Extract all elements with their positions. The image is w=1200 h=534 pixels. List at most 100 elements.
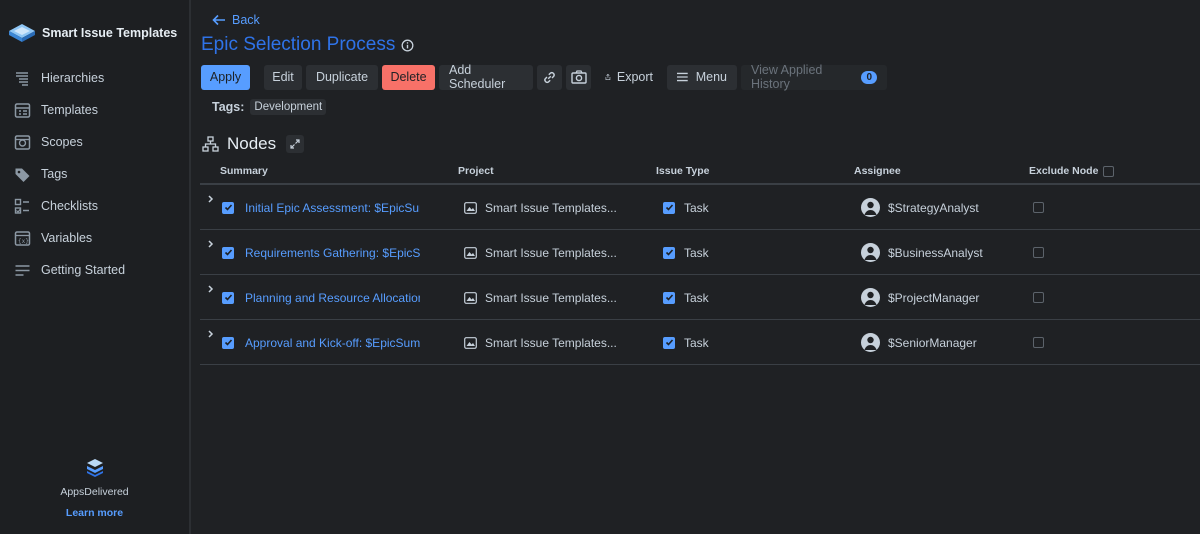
app-logo-icon: [9, 24, 35, 42]
edit-button[interactable]: Edit: [264, 64, 302, 90]
add-scheduler-button[interactable]: Add Scheduler: [439, 63, 533, 91]
assignee-name: $SeniorManager: [888, 335, 977, 350]
toolbar: Apply Edit Duplicate Delete Add Schedule…: [201, 63, 887, 91]
sidebar-item-hierarchies[interactable]: Hierarchies: [0, 62, 189, 94]
table-header: Summary Project Issue Type Assignee Excl…: [200, 161, 1200, 185]
summary-link[interactable]: Initial Epic Assessment: $EpicSummary: [245, 201, 420, 215]
exclude-node-checkbox[interactable]: [1033, 292, 1044, 303]
menu-label: Menu: [695, 70, 727, 84]
page-title-text: Epic Selection Process: [201, 34, 396, 55]
row-checkbox[interactable]: [222, 201, 234, 214]
screenshot-button[interactable]: [566, 64, 591, 90]
column-header-summary[interactable]: Summary: [220, 165, 268, 177]
issue-type-task-icon: [663, 246, 675, 259]
avatar: [861, 198, 880, 217]
exclude-node-checkbox[interactable]: [1033, 247, 1044, 258]
check-icon: [224, 249, 232, 256]
summary-link[interactable]: Approval and Kick-off: $EpicSummary: [245, 336, 420, 350]
camera-icon: [570, 70, 587, 84]
main-content: Back Epic Selection Process Apply Edit D…: [192, 0, 1200, 534]
nodes-header: Nodes: [202, 134, 305, 154]
row-checkbox[interactable]: [222, 246, 234, 259]
chevron-right-icon[interactable]: [207, 330, 215, 338]
sidebar-item-label: Scopes: [41, 135, 83, 149]
link-button[interactable]: [537, 64, 562, 90]
column-header-assignee[interactable]: Assignee: [854, 165, 901, 177]
issue-type-task-icon: [663, 291, 675, 304]
share-export-icon: [605, 73, 611, 81]
chevron-right-icon[interactable]: [207, 240, 215, 248]
learn-more-link[interactable]: Learn more: [0, 507, 189, 519]
issue-type-label: Task: [684, 245, 709, 260]
page-title: Epic Selection Process: [201, 34, 414, 56]
export-label: Export: [616, 70, 653, 84]
assignee-name: $BusinessAnalyst: [888, 245, 983, 260]
column-header-project[interactable]: Project: [458, 165, 494, 177]
avatar: [861, 288, 880, 307]
tags-label: Tags:: [212, 100, 245, 114]
avatar: [861, 333, 880, 352]
sidebar-item-scopes[interactable]: Scopes: [0, 126, 189, 158]
project-name: Smart Issue Templates...: [485, 245, 617, 260]
issue-type-task-icon: [663, 201, 675, 214]
check-icon: [224, 339, 232, 346]
menu-button[interactable]: Menu: [667, 64, 737, 90]
apply-button[interactable]: Apply: [201, 64, 250, 90]
svg-text:{x}: {x}: [18, 238, 29, 245]
tags-row: Tags: Development: [212, 99, 327, 115]
chevron-right-icon[interactable]: [207, 195, 215, 203]
hierarchy-tree-icon: [202, 136, 219, 152]
chevron-right-icon[interactable]: [207, 285, 215, 293]
getting-started-icon: [14, 262, 31, 279]
assignee-name: $ProjectManager: [888, 290, 980, 305]
project-icon: [464, 246, 477, 259]
table-row: Requirements Gathering: $EpicSummary Sma…: [200, 230, 1200, 275]
avatar: [861, 243, 880, 262]
sidebar-item-label: Templates: [41, 103, 98, 117]
summary-link[interactable]: Requirements Gathering: $EpicSummary: [245, 246, 420, 260]
brand[interactable]: Smart Issue Templates: [8, 22, 177, 44]
exclude-node-label: Exclude Node: [1029, 165, 1099, 177]
view-history-label: View Applied History: [751, 63, 823, 91]
row-checkbox[interactable]: [222, 291, 234, 304]
issue-type-task-icon: [663, 336, 675, 349]
app-title: Smart Issue Templates: [42, 26, 178, 40]
sidebar-item-variables[interactable]: {x} Variables: [0, 222, 189, 254]
column-header-issue-type[interactable]: Issue Type: [656, 165, 710, 177]
exclude-node-checkbox[interactable]: [1033, 337, 1044, 348]
exclude-all-checkbox[interactable]: [1103, 165, 1115, 177]
sidebar-item-label: Tags: [41, 167, 68, 181]
delete-button[interactable]: Delete: [382, 64, 435, 90]
duplicate-button[interactable]: Duplicate: [306, 64, 378, 90]
sidebar-item-tags[interactable]: Tags: [0, 158, 189, 190]
sidebar-item-label: Getting Started: [41, 263, 126, 277]
table-row: Initial Epic Assessment: $EpicSummary Sm…: [200, 185, 1200, 230]
sidebar-item-checklists[interactable]: Checklists: [0, 190, 189, 222]
sidebar-item-templates[interactable]: Templates: [0, 94, 189, 126]
summary-link[interactable]: Planning and Resource Allocation: [245, 291, 420, 305]
sidebar-item-getting-started[interactable]: Getting Started: [0, 254, 189, 286]
project-name: Smart Issue Templates...: [485, 335, 617, 350]
back-label: Back: [232, 13, 260, 27]
check-icon: [224, 294, 232, 301]
tag-badge[interactable]: Development: [250, 99, 327, 115]
issue-type-label: Task: [684, 335, 709, 350]
nodes-title: Nodes: [227, 134, 277, 153]
vendor-name: AppsDelivered: [60, 486, 129, 498]
template-icon: [14, 102, 31, 119]
row-checkbox[interactable]: [222, 336, 234, 349]
back-link[interactable]: Back: [212, 13, 260, 27]
variable-icon: {x}: [14, 230, 31, 247]
exclude-node-checkbox[interactable]: [1033, 202, 1044, 213]
table-row: Approval and Kick-off: $EpicSummary Smar…: [200, 320, 1200, 365]
sidebar-item-label: Variables: [41, 231, 93, 245]
hamburger-menu-icon: [677, 72, 688, 82]
view-applied-history-button[interactable]: View Applied History 0: [741, 63, 887, 91]
expand-button[interactable]: [286, 135, 305, 153]
nodes-table: Summary Project Issue Type Assignee Excl…: [200, 161, 1200, 365]
history-count-badge: 0: [861, 70, 877, 84]
assignee-name: $StrategyAnalyst: [888, 200, 979, 215]
info-icon[interactable]: [401, 39, 414, 52]
expand-icon: [290, 139, 300, 149]
export-button[interactable]: Export: [595, 65, 663, 90]
